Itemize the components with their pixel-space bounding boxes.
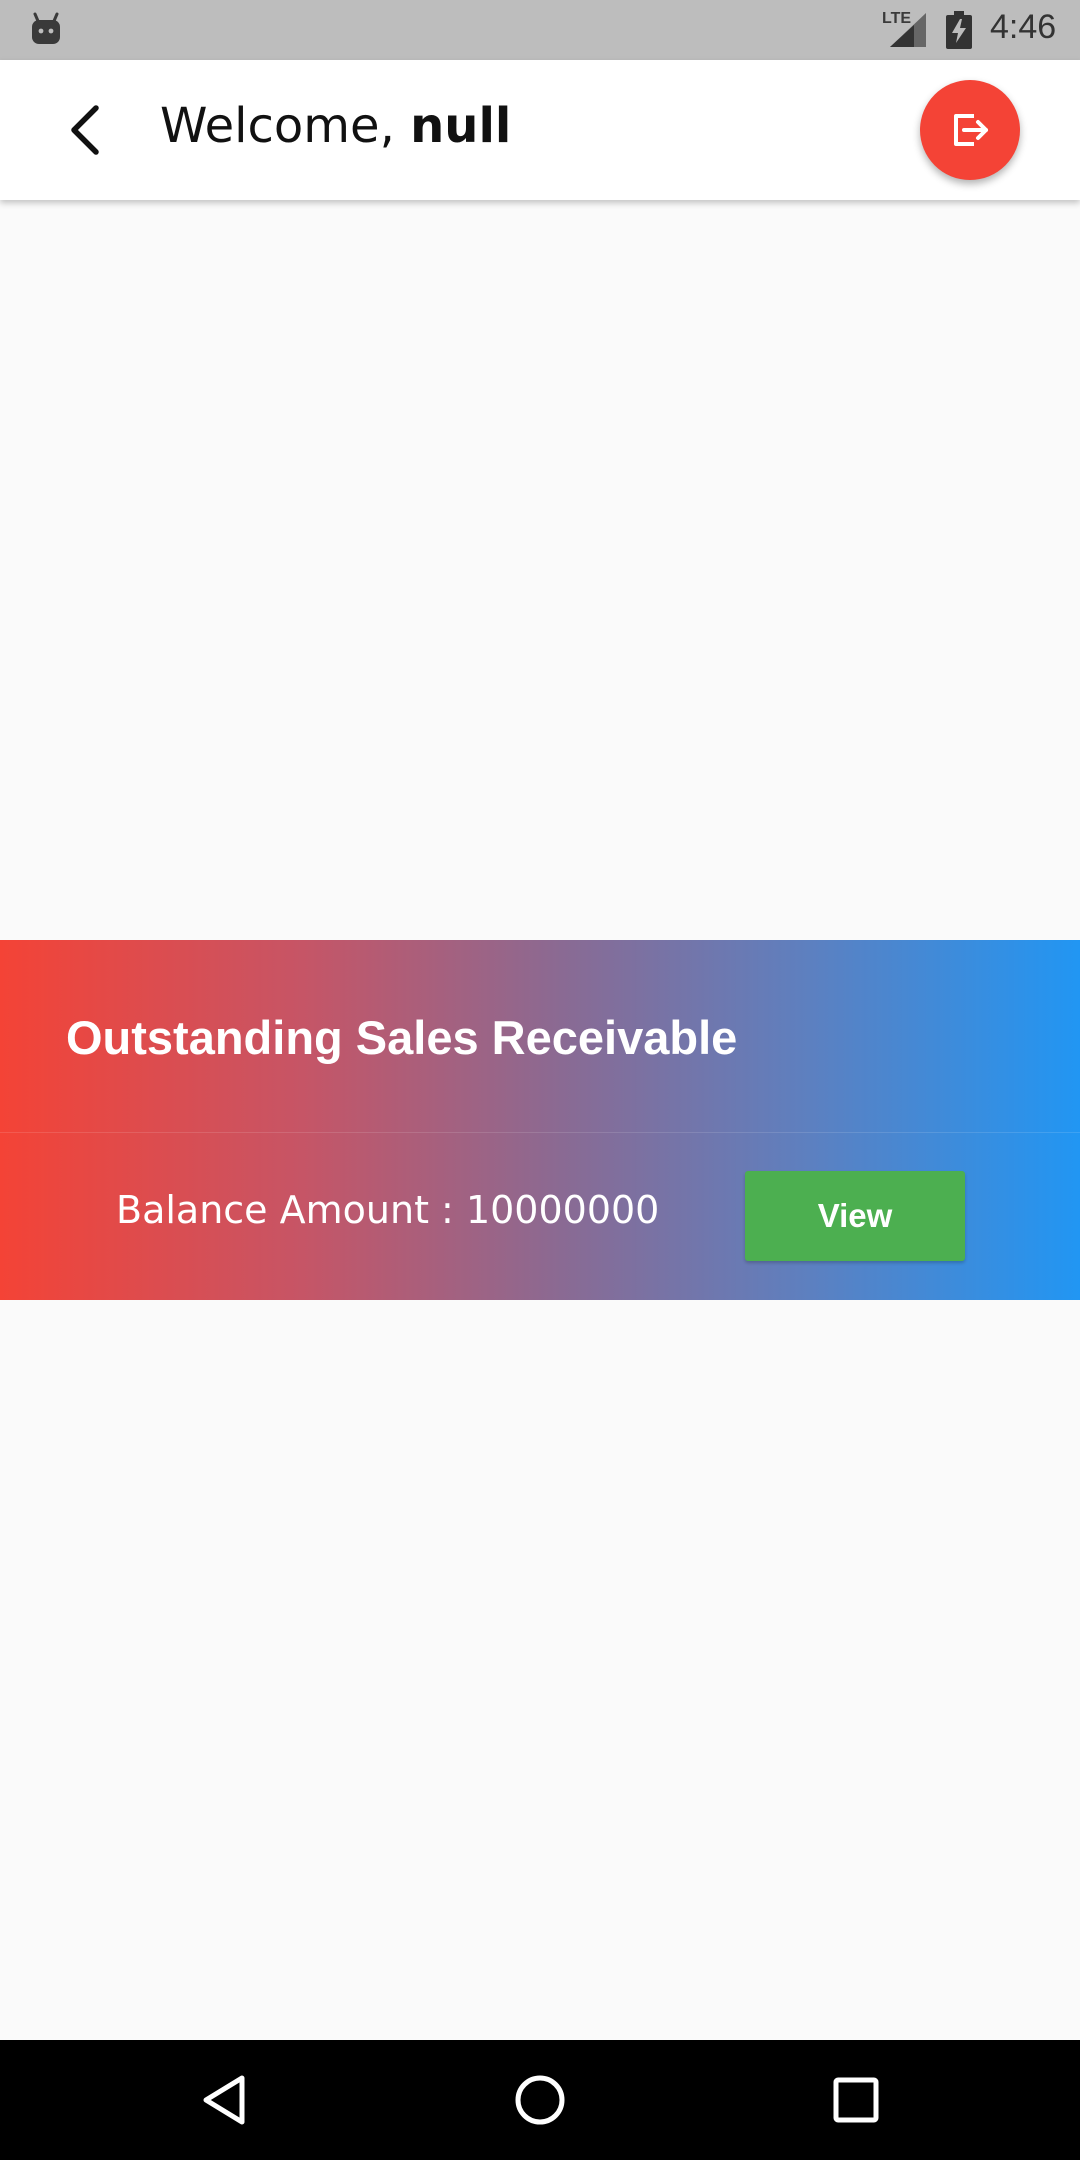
status-bar: LTE 4:46 <box>0 0 1080 60</box>
balance-value: 10000000 <box>465 1188 660 1232</box>
android-notification-icon <box>32 12 60 44</box>
view-button[interactable]: View <box>745 1171 965 1261</box>
signal-icon <box>890 13 926 47</box>
balance-amount: Balance Amount : 10000000 <box>116 1188 659 1232</box>
card-divider <box>0 1132 1080 1133</box>
nav-home-icon[interactable] <box>510 2070 570 2130</box>
logout-button[interactable] <box>920 80 1020 180</box>
card-title: Outstanding Sales Receivable <box>66 1011 738 1064</box>
battery-charging-icon <box>946 11 972 49</box>
clock: 4:46 <box>990 8 1057 46</box>
outstanding-receivable-card: Outstanding Sales Receivable Balance Amo… <box>0 940 1080 1300</box>
nav-recents-icon[interactable] <box>826 2070 886 2130</box>
nav-back-icon[interactable] <box>196 2070 256 2130</box>
app-bar: Welcome, null <box>0 60 1080 200</box>
logout-icon <box>954 114 988 146</box>
back-button[interactable] <box>58 102 114 158</box>
balance-label: Balance Amount : <box>116 1188 454 1232</box>
arrow-back-icon <box>71 105 99 155</box>
greeting-text: Welcome, <box>160 98 395 154</box>
user-name: null <box>410 98 512 154</box>
system-nav-bar <box>0 2040 1080 2160</box>
page-title: Welcome, null <box>160 98 511 154</box>
